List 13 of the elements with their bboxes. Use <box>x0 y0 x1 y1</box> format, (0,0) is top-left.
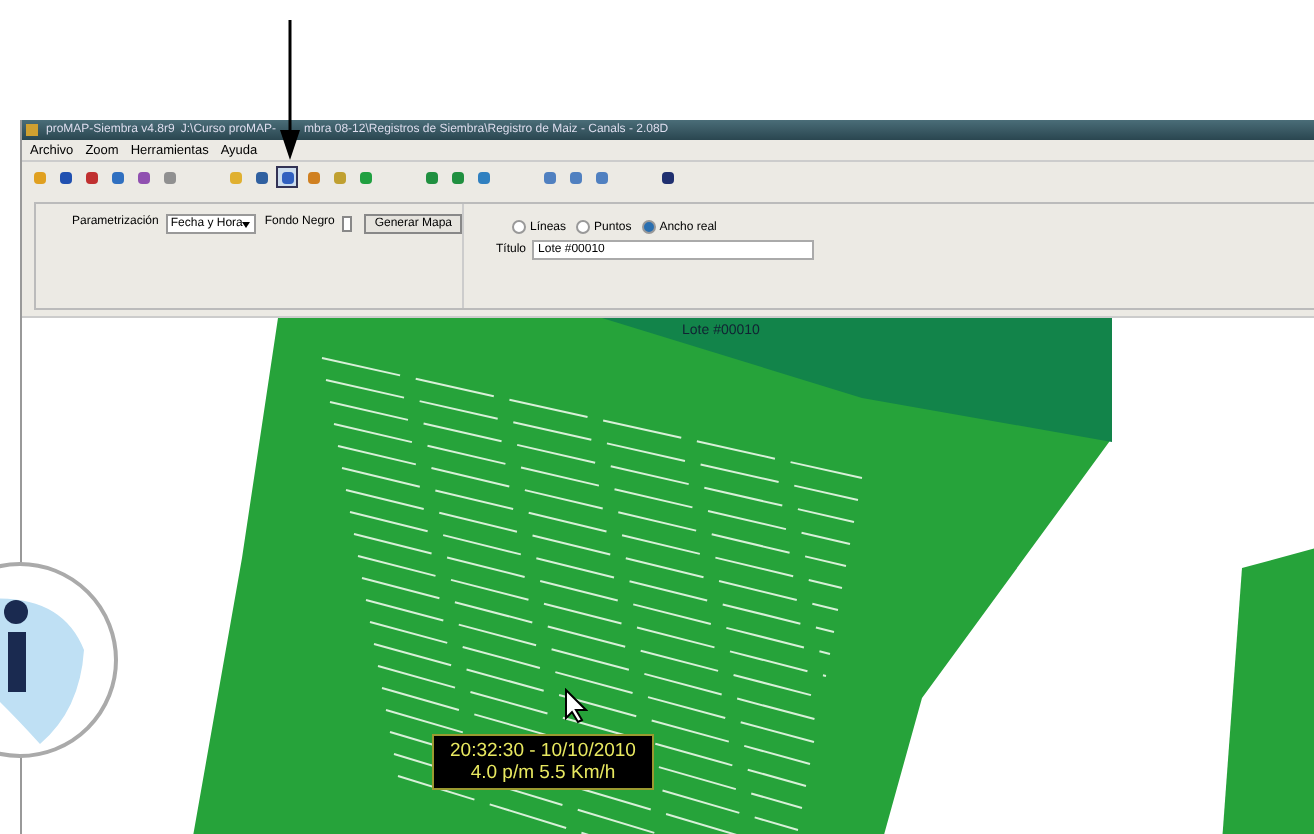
toolbar-button[interactable] <box>80 166 102 188</box>
toolbar-button[interactable] <box>54 166 76 188</box>
app-icon <box>26 124 38 136</box>
tooltip-text: 4.0 p/m 5.5 Km/h <box>468 762 618 784</box>
pointer-arrow <box>280 20 300 160</box>
tooltip-text: 20:32:30 - 10/10/2010 <box>450 740 636 762</box>
toolbar-button[interactable] <box>250 166 272 188</box>
toolbar-button[interactable] <box>276 166 298 188</box>
background-option-checkbox[interactable] <box>342 216 353 232</box>
toolbar-button[interactable] <box>656 166 678 188</box>
cursor-icon <box>564 688 588 724</box>
toolbar-button[interactable] <box>132 166 154 188</box>
dropdown-caret-icon <box>242 222 251 228</box>
